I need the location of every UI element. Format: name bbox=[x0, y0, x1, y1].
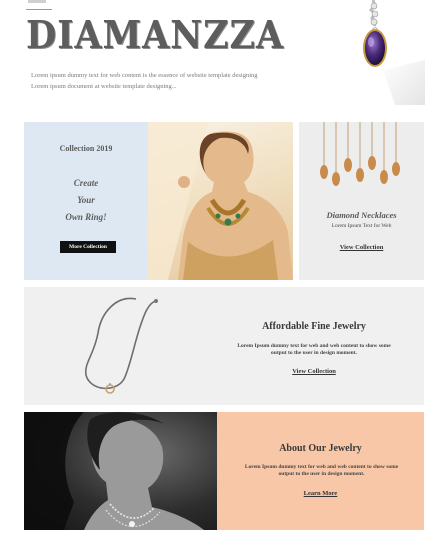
intro-line-2: Lorem ipsum document at website template… bbox=[31, 83, 177, 90]
tagline-line-2: Your bbox=[77, 195, 95, 205]
model-portrait-illustration bbox=[24, 412, 204, 530]
pendant-necklace-image bbox=[84, 297, 158, 394]
bw-model-portrait-image bbox=[24, 412, 217, 530]
intro-line-1: Lorem ipsum dummy text for web content i… bbox=[31, 72, 258, 79]
collection-panel: Collection 2019 Create Your Own Ring! Mo… bbox=[24, 122, 148, 280]
more-collection-button[interactable]: More Collection bbox=[60, 241, 116, 253]
brand-logo[interactable]: DIAMANZZA bbox=[26, 12, 284, 58]
tagline-line-3: Own Ring! bbox=[65, 212, 107, 222]
about-body: Lorem Ipsum dummy text for web and web c… bbox=[244, 464, 399, 477]
necklaces-subtitle: Lorem Ipsum Text for Web bbox=[331, 223, 392, 229]
model-illustration bbox=[148, 122, 293, 280]
top-divider bbox=[26, 9, 52, 10]
diamond-necklaces-panel: Diamond Necklaces Lorem Ipsum Text for W… bbox=[299, 122, 424, 280]
amethyst-pendant-image bbox=[363, 0, 425, 105]
necklaces-title: Diamond Necklaces bbox=[326, 210, 397, 220]
model-with-necklace-image bbox=[148, 122, 293, 280]
affordable-jewelry-panel: Affordable Fine Jewelry Lorem Ipsum dumm… bbox=[24, 287, 424, 405]
tagline-line-1: Create bbox=[73, 178, 99, 188]
about-title: About Our Jewelry bbox=[279, 443, 362, 454]
affordable-title: Affordable Fine Jewelry bbox=[262, 321, 366, 332]
hanging-earrings-image bbox=[320, 122, 400, 186]
intro-text: Lorem ipsum dummy text for web content i… bbox=[31, 70, 271, 92]
about-jewelry-panel: About Our Jewelry Lorem Ipsum dummy text… bbox=[217, 412, 424, 530]
collection-tagline: Create Your Own Ring! bbox=[24, 175, 148, 226]
about-learn-more-link[interactable]: Learn More bbox=[217, 490, 424, 497]
affordable-body: Lorem Ipsum dummy text for web and web c… bbox=[237, 343, 391, 356]
affordable-view-collection-link[interactable]: View Collection bbox=[224, 368, 404, 375]
necklaces-view-collection-link[interactable]: View Collection bbox=[299, 244, 424, 251]
top-accent-bar bbox=[28, 0, 46, 3]
collection-title: Collection 2019 bbox=[59, 144, 113, 153]
